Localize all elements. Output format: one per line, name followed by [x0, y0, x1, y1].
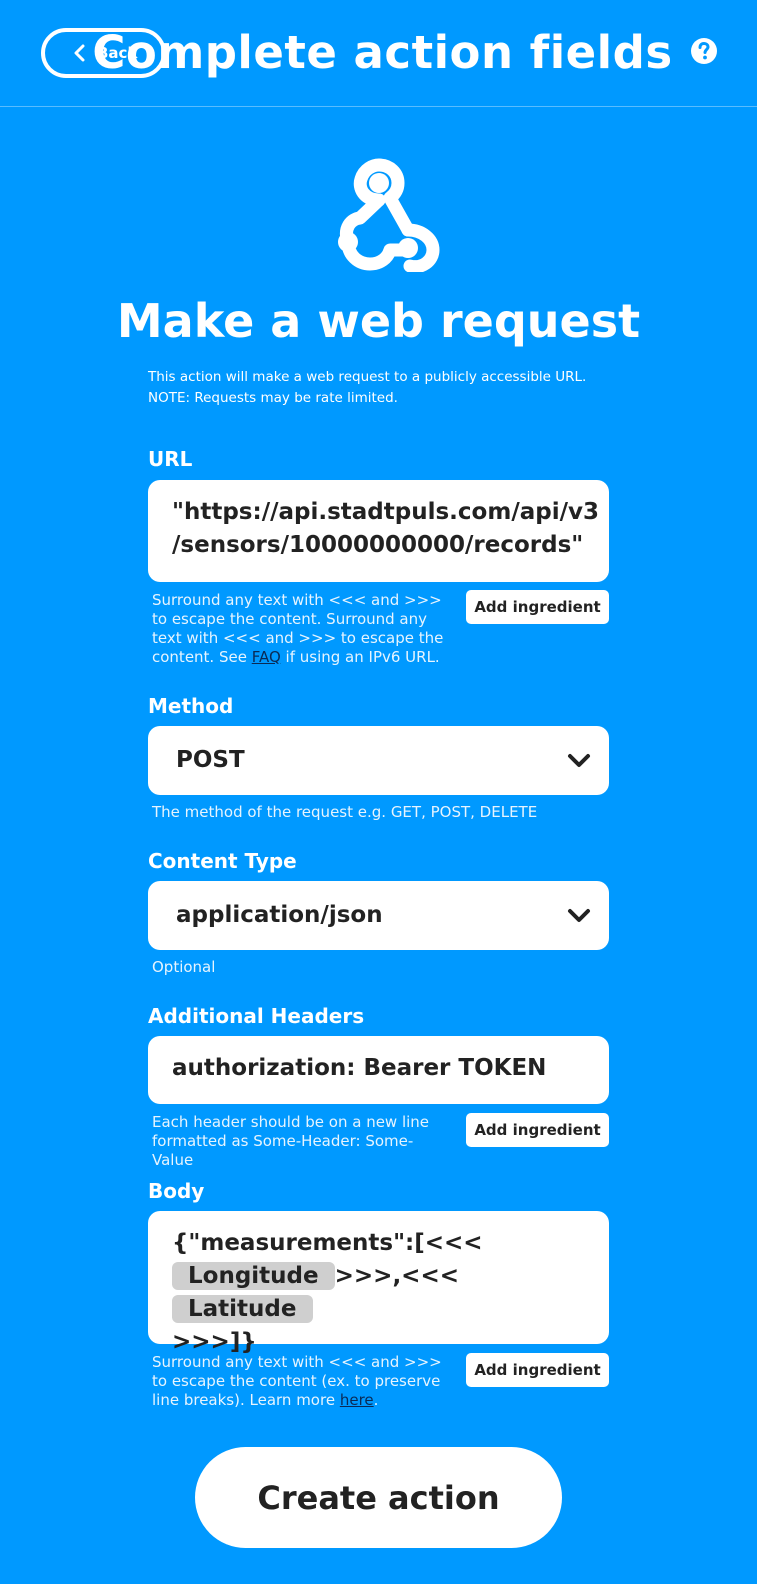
body-input[interactable]: {"measurements":[<<< Longitude >>>,<<< La… — [148, 1211, 609, 1355]
content-type-value: application/json — [176, 902, 383, 928]
url-value-line2: /sensors/10000000000/records" — [172, 532, 584, 558]
headers-helper: Each header should be on a new line form… — [152, 1113, 430, 1169]
url-input[interactable]: "https://api.stadtpuls.com/api/v3 /senso… — [148, 480, 609, 582]
url-value-line1: "https://api.stadtpuls.com/api/v3 — [172, 499, 599, 525]
chevron-down-icon — [568, 753, 590, 767]
create-action-button[interactable]: Create action — [195, 1447, 562, 1548]
page-title: Complete action fields — [92, 26, 673, 79]
url-add-ingredient-button[interactable]: Add ingredient — [466, 590, 609, 624]
action-title: Make a web request — [116, 294, 641, 348]
headers-add-ingredient-button[interactable]: Add ingredient — [466, 1113, 609, 1147]
url-helper: Surround any text with <<< and >>> to es… — [152, 591, 452, 667]
action-description: This action will make a web request to a… — [148, 369, 587, 406]
chevron-down-icon — [568, 908, 590, 922]
url-helper-suffix: if using an IPv6 URL. — [280, 648, 440, 666]
body-mid-text: >>>,<<< — [334, 1263, 459, 1289]
content-type-helper: Optional — [152, 958, 216, 976]
latitude-ingredient[interactable]: Latitude — [172, 1295, 313, 1323]
method-label: Method — [148, 694, 234, 718]
body-helper: Surround any text with <<< and >>> to es… — [152, 1353, 452, 1410]
faq-link[interactable]: FAQ — [252, 648, 281, 666]
body-line2: Longitude >>>,<<< Latitude — [172, 1260, 591, 1326]
url-label: URL — [148, 447, 193, 471]
webhook-icon — [338, 158, 440, 272]
method-value: POST — [176, 747, 245, 773]
body-line1: {"measurements":[<<< — [172, 1230, 483, 1256]
longitude-ingredient[interactable]: Longitude — [172, 1262, 335, 1290]
help-icon[interactable] — [690, 37, 718, 65]
content-type-select[interactable]: application/json — [148, 881, 609, 950]
header: Back Complete action fields — [0, 0, 757, 107]
body-label: Body — [148, 1179, 205, 1203]
body-helper-text: Surround any text with <<< and >>> to es… — [152, 1353, 442, 1409]
method-select[interactable]: POST — [148, 726, 609, 795]
method-helper: The method of the request e.g. GET, POST… — [152, 803, 538, 821]
headers-label: Additional Headers — [148, 1004, 365, 1028]
body-add-ingredient-button[interactable]: Add ingredient — [466, 1353, 609, 1387]
headers-value: authorization: Bearer TOKEN — [172, 1055, 547, 1081]
learn-more-link[interactable]: here — [340, 1391, 374, 1409]
headers-input[interactable]: authorization: Bearer TOKEN — [148, 1036, 609, 1104]
body-helper-suffix: . — [373, 1391, 379, 1409]
content-type-label: Content Type — [148, 849, 297, 873]
